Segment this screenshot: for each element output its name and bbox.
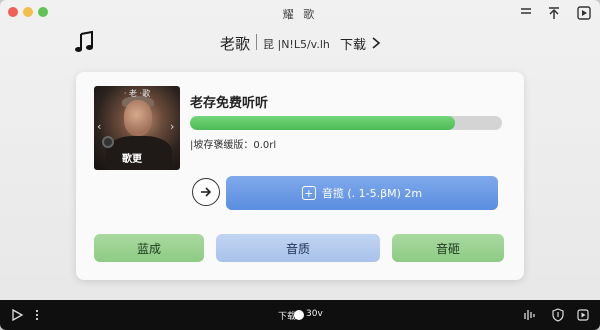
download-progress-bar — [190, 116, 502, 130]
header-subtitle: 昆 |N!L5/v.lh — [263, 38, 330, 51]
bottom-status-text: 30v — [306, 309, 323, 319]
quality-select-button[interactable]: + 音揽 (. 1-5.βM) 2m — [226, 176, 498, 210]
app-window: 耀 歌 老歌 昆 |N!L5/v.lh 下载 · 老 ·歌 歌更 ‹ › 老存免… — [0, 0, 600, 330]
chevron-right-icon[interactable] — [371, 36, 381, 50]
shield-icon[interactable] — [551, 308, 565, 322]
window-title: 耀 歌 — [282, 8, 318, 21]
music-note-icon — [75, 30, 93, 52]
cache-info: |坡存褒缓版：0.0rl — [190, 140, 277, 151]
quality-button[interactable]: 音质 — [216, 234, 380, 262]
left-action-button[interactable]: 蓝成 — [94, 234, 204, 262]
play-box-icon[interactable] — [576, 5, 592, 21]
play-icon[interactable] — [10, 308, 24, 322]
cover-label: 歌更 — [122, 154, 142, 165]
player-box-icon[interactable] — [576, 308, 590, 322]
album-cover[interactable]: · 老 ·歌 歌更 ‹ › — [94, 86, 180, 170]
equalizer-icon[interactable] — [522, 308, 536, 322]
bottom-bar: 下载 30v — [0, 300, 600, 330]
page-title: 老歌 — [220, 35, 251, 53]
more-vertical-icon[interactable] — [30, 308, 44, 322]
cover-next-icon[interactable]: › — [170, 120, 174, 133]
microphone-icon — [102, 136, 114, 148]
header-divider — [256, 34, 257, 50]
go-button[interactable] — [192, 178, 220, 206]
cover-prev-icon[interactable]: ‹ — [97, 120, 101, 133]
upload-icon[interactable] — [546, 5, 562, 21]
song-title: 老存免费听听 — [190, 96, 269, 111]
cover-top-label: · 老 ·歌 — [123, 89, 151, 98]
download-link[interactable]: 下载 — [340, 34, 366, 53]
minimize-icon[interactable] — [518, 5, 534, 21]
quality-text: 音揽 (. 1-5.βM) 2m — [321, 187, 423, 200]
seek-slider-knob[interactable] — [294, 310, 304, 320]
arrow-right-icon — [201, 187, 212, 197]
cover-figure-face — [124, 100, 152, 136]
title-bar: 耀 歌 — [0, 0, 600, 26]
song-card: · 老 ·歌 歌更 ‹ › 老存免费听听 |坡存褒缓版：0.0rl + 音揽 (… — [76, 72, 524, 280]
header: 老歌 昆 |N!L5/v.lh 下载 — [0, 28, 600, 60]
right-action-button[interactable]: 音砸 — [392, 234, 504, 262]
download-progress-fill — [190, 116, 456, 130]
plus-icon: + — [301, 186, 316, 200]
